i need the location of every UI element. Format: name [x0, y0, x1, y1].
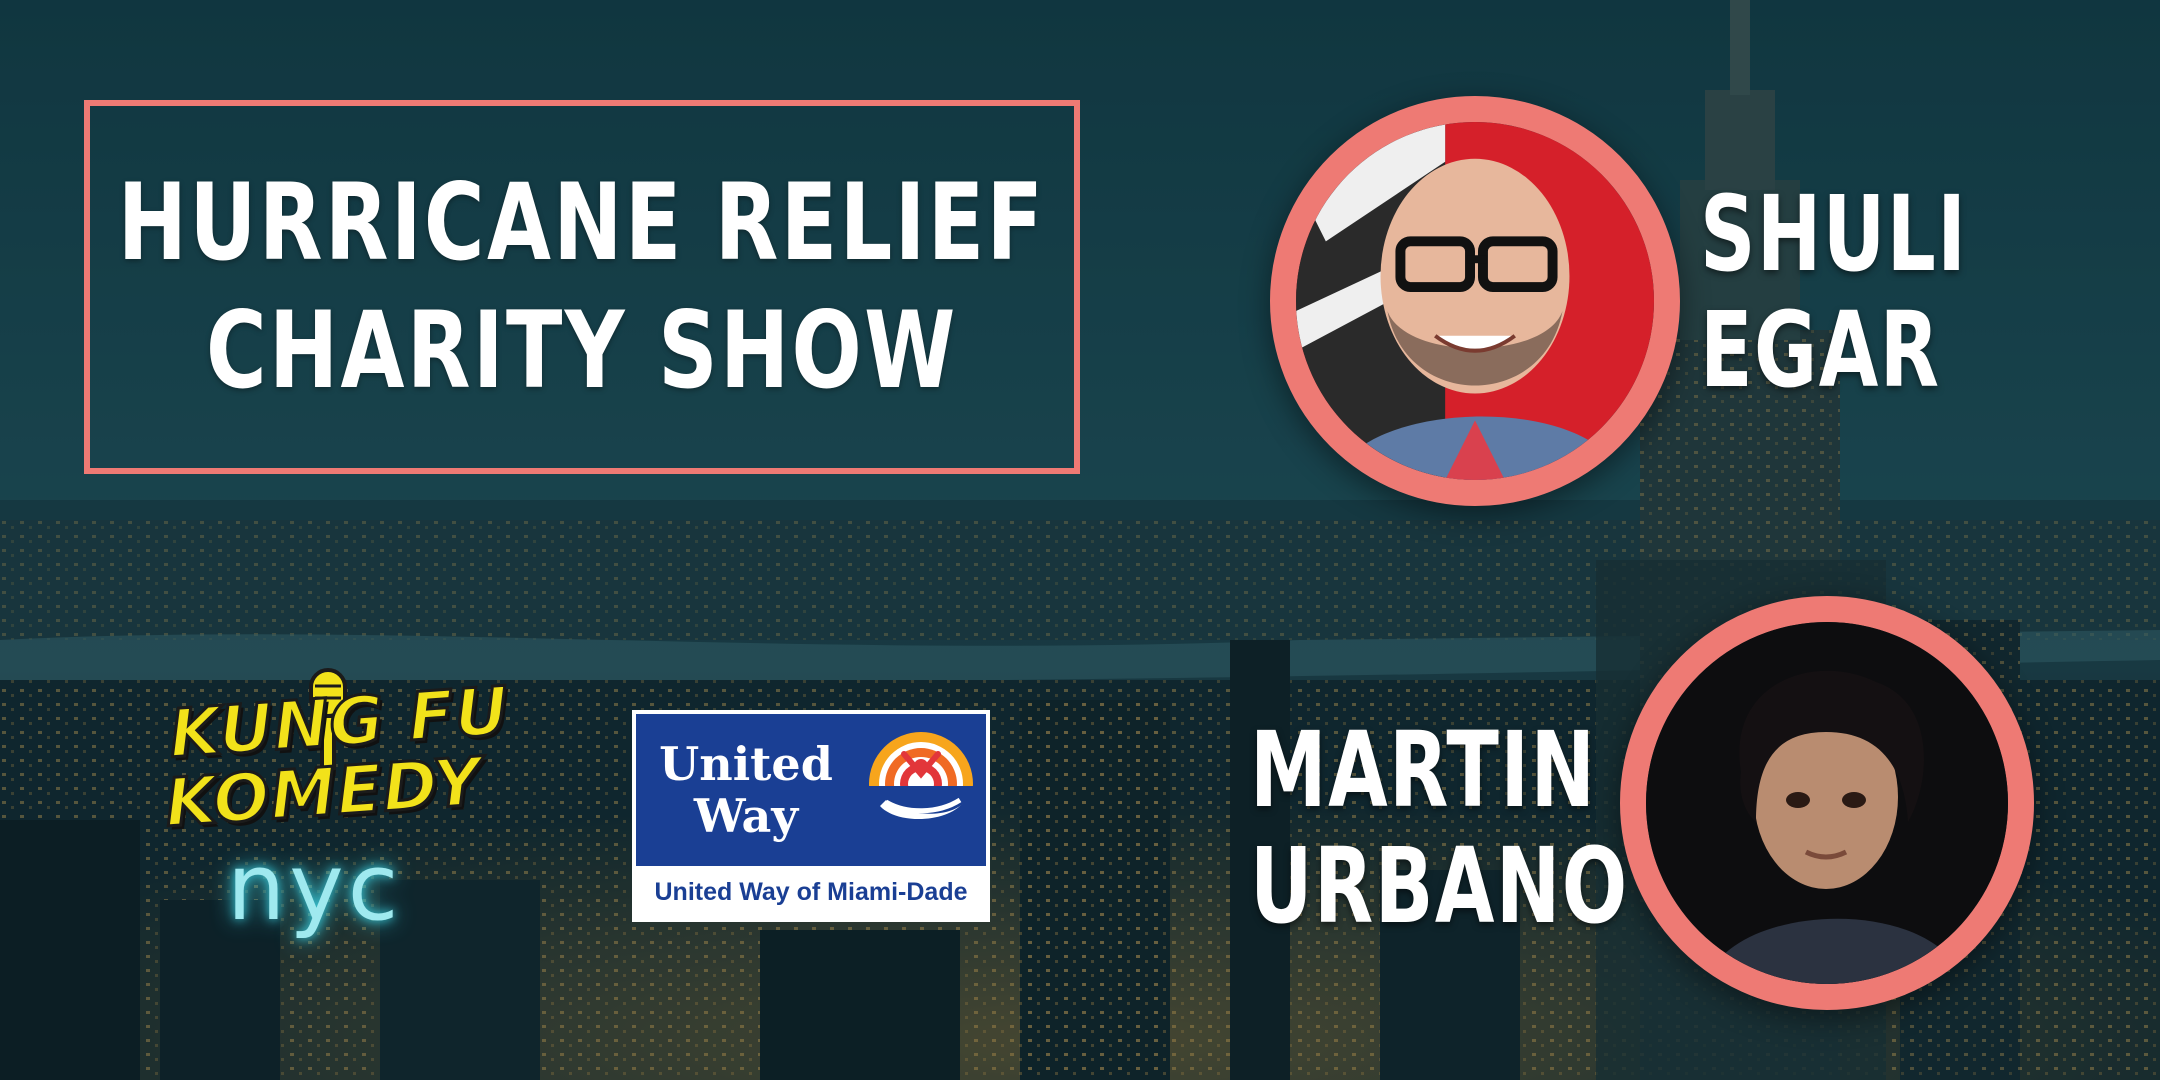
performer-first-name: MARTIN — [1250, 709, 1597, 831]
performer-photo-young-man — [1646, 622, 2008, 984]
performer-last-name: URBANO — [1250, 825, 1629, 947]
united-way-hand-rainbow-icon — [856, 714, 986, 866]
hand-rainbow-icon — [856, 714, 986, 866]
united-way-wordmark: United Way — [636, 714, 856, 866]
komedy-logo-text: KOMEDY — [161, 742, 486, 844]
united-way-word-united: United — [659, 737, 833, 791]
performer-portrait-shuli-egar — [1270, 96, 1680, 506]
event-title-line-1: HURRICANE RELIEF — [118, 161, 1046, 284]
performer-portrait-martin-urbano — [1620, 596, 2034, 1010]
performer-last-name: EGAR — [1700, 289, 1941, 411]
performer-name-martin-urbano: MARTIN URBANO — [1250, 712, 1629, 944]
performer-name-shuli-egar: SHULI EGAR — [1700, 176, 1967, 408]
united-way-word-way: Way — [693, 789, 799, 843]
performer-first-name: SHULI — [1700, 173, 1968, 295]
united-way-logo-mark: United Way — [636, 714, 986, 866]
event-title-line-2: CHARITY SHOW — [206, 289, 958, 412]
event-title-box: HURRICANE RELIEF CHARITY SHOW — [84, 100, 1080, 474]
kung-fu-komedy-logo: KUNG FU KOMEDY nyc — [161, 668, 513, 948]
nyc-neon-text: nyc — [227, 834, 403, 941]
united-way-caption: United Way of Miami-Dade — [654, 878, 968, 906]
event-banner: HURRICANE RELIEF CHARITY SHOW SHULI EGAR — [0, 0, 2160, 1080]
united-way-logo: United Way United Way of Miami-Dade — [632, 710, 990, 922]
performer-photo-bald-man-glasses — [1296, 122, 1654, 480]
